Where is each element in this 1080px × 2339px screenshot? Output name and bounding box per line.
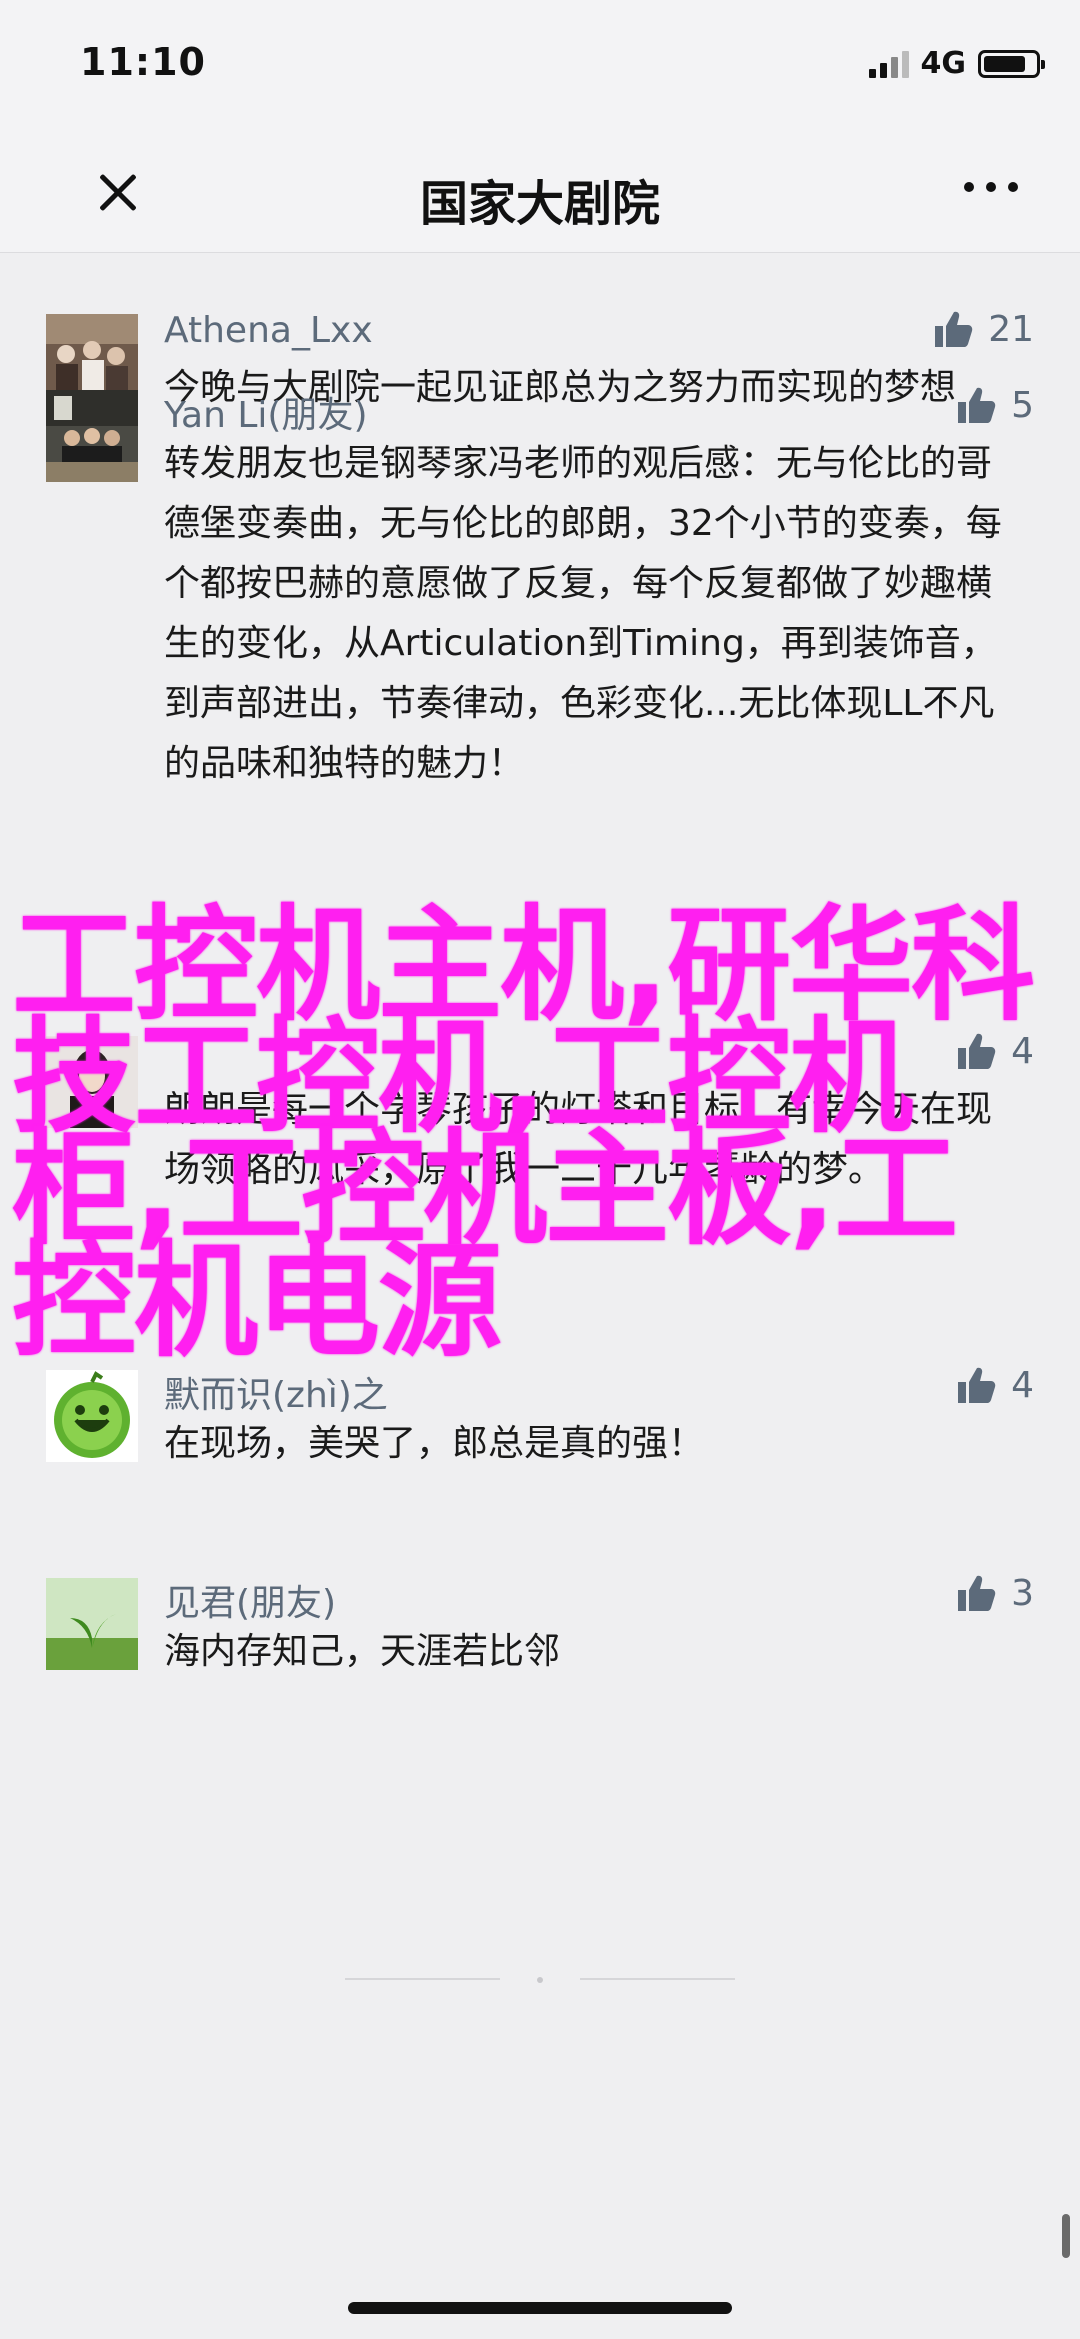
like-button[interactable]: 21 <box>932 308 1034 350</box>
status-time: 11:10 <box>80 40 206 84</box>
like-button[interactable]: 4 <box>955 1364 1034 1406</box>
avatar[interactable] <box>46 1370 138 1462</box>
comment-author[interactable]: 见君(朋友) <box>164 1574 336 1626</box>
nav-bar: 国家大剧院 <box>0 132 1080 253</box>
signal-icon <box>868 50 909 78</box>
page-title: 国家大剧院 <box>419 176 660 232</box>
battery-icon <box>978 49 1045 78</box>
thumbs-up-icon <box>958 1367 996 1403</box>
scrollbar[interactable] <box>1062 2214 1070 2258</box>
comment-text: 转发朋友也是钢琴家冯老师的观后感：无与伦比的哥德堡变奏曲，无与伦比的郎朗，32个… <box>164 443 1002 784</box>
thumbs-up-icon <box>935 311 973 347</box>
more-dots-icon[interactable] <box>964 182 1018 192</box>
comment-text: 在现场，美哭了，郎总是真的强！ <box>164 1423 705 1464</box>
thumbs-up-icon <box>958 387 996 423</box>
like-count: 5 <box>1011 384 1034 426</box>
end-divider <box>345 1977 735 1983</box>
status-icons: 4G <box>868 46 1045 81</box>
like-count: 21 <box>988 308 1034 350</box>
network-type: 4G <box>920 46 967 81</box>
comment-author[interactable]: Yan Li(朋友) <box>164 386 368 438</box>
avatar[interactable] <box>46 390 138 482</box>
home-indicator[interactable] <box>348 2302 732 2314</box>
like-count: 3 <box>1011 1572 1034 1614</box>
like-button[interactable]: 3 <box>955 1572 1034 1614</box>
thumbs-up-icon <box>958 1575 996 1611</box>
comment-author[interactable]: Athena_Lxx <box>164 310 373 351</box>
battery-level <box>984 55 1025 72</box>
like-count: 4 <box>1011 1364 1034 1406</box>
status-bar: 11:10 4G <box>0 0 1080 132</box>
comment-text: 海内存知己，天涯若比邻 <box>164 1631 561 1672</box>
overlay-keyword-text: 工控机主机,研华科技工控机,工控机柜,工控机主板,工控机电源 <box>12 894 1035 1374</box>
like-button[interactable]: 5 <box>955 384 1034 426</box>
avatar[interactable] <box>46 1578 138 1670</box>
